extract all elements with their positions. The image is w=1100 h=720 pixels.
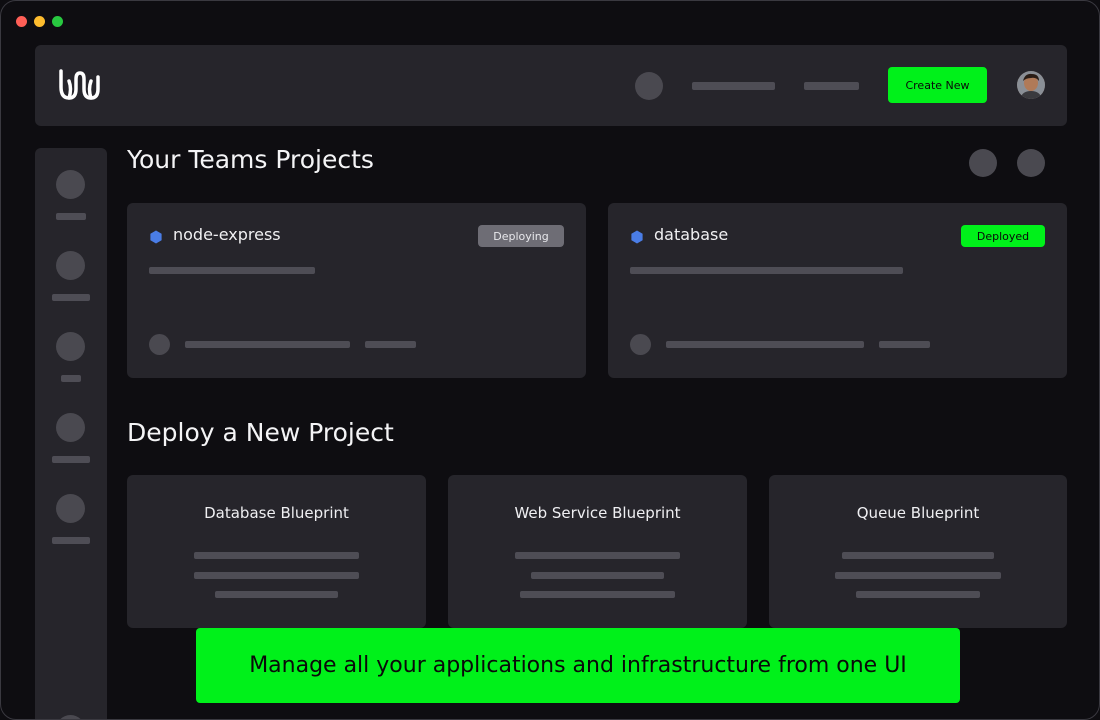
sidebar-item-label [52,294,90,301]
project-description-placeholder [149,267,315,274]
hexagon-icon [150,230,162,244]
sidebar-item-icon[interactable] [56,170,85,199]
project-card[interactable]: database Deployed [608,203,1067,378]
app-window: Create New Your Teams Projects node-expr… [0,0,1100,720]
maximize-window-button[interactable] [52,16,63,27]
nav-link-placeholder[interactable] [692,82,775,90]
sidebar-item-icon[interactable] [56,715,85,719]
blueprint-text-placeholder [856,591,980,598]
close-window-button[interactable] [16,16,27,27]
top-navigation-bar: Create New [35,45,1067,126]
sidebar-item-label [52,456,90,463]
view-option-icon[interactable] [969,149,997,177]
blueprint-title: Queue Blueprint [856,504,980,522]
teams-projects-title: Your Teams Projects [127,145,374,174]
blueprint-card[interactable]: Queue Blueprint [769,475,1067,628]
project-name: node-express [173,225,281,244]
nav-link-placeholder[interactable] [804,82,859,90]
minimize-window-button[interactable] [34,16,45,27]
blueprint-text-placeholder [194,572,359,579]
project-name: database [654,225,729,244]
project-meta-placeholder [185,341,350,348]
promo-banner: Manage all your applications and infrast… [196,628,960,703]
blueprint-text-placeholder [515,552,680,559]
blueprint-text-placeholder [531,572,664,579]
sidebar-item-icon[interactable] [56,251,85,280]
sidebar-item-label [52,537,90,544]
blueprint-text-placeholder [842,552,994,559]
sidebar-item-icon[interactable] [56,332,85,361]
blueprint-card[interactable]: Web Service Blueprint [448,475,747,628]
blueprint-title: Web Service Blueprint [514,504,681,522]
project-description-placeholder [630,267,903,274]
deploy-section-title: Deploy a New Project [127,418,394,447]
project-card[interactable]: node-express Deploying [127,203,586,378]
project-meta-placeholder [365,341,416,348]
owner-avatar [630,334,651,355]
sidebar-item-icon[interactable] [56,494,85,523]
blueprint-card[interactable]: Database Blueprint [127,475,426,628]
sidebar-item-label [61,375,81,382]
blueprint-text-placeholder [215,591,338,598]
project-meta-placeholder [666,341,864,348]
user-avatar[interactable] [1017,71,1045,99]
sidebar-item-icon[interactable] [56,413,85,442]
sidebar-item-label [56,213,86,220]
blueprint-text-placeholder [194,552,359,559]
sidebar [35,148,107,719]
status-badge: Deploying [478,225,564,247]
blueprint-title: Database Blueprint [204,504,349,522]
hexagon-icon [631,230,643,244]
create-new-button[interactable]: Create New [888,67,987,103]
view-option-icon[interactable] [1017,149,1045,177]
avatar-image [1017,71,1045,99]
project-meta-placeholder [879,341,930,348]
owner-avatar [149,334,170,355]
blueprint-text-placeholder [520,591,675,598]
logo-icon[interactable] [56,67,100,103]
blueprint-text-placeholder [835,572,1001,579]
notification-icon[interactable] [635,72,663,100]
status-badge: Deployed [961,225,1045,247]
